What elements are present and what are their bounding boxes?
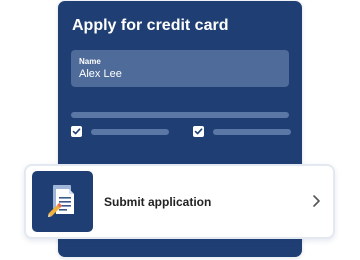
checkbox-checked-icon[interactable] <box>193 126 204 137</box>
form-title: Apply for credit card <box>72 17 229 34</box>
name-field[interactable]: Name Alex Lee <box>71 50 289 87</box>
submit-application-label: Submit application <box>104 195 212 209</box>
checkbox-checked-icon[interactable] <box>71 126 82 137</box>
placeholder-field-bar <box>71 112 289 118</box>
document-pen-icon <box>32 171 93 232</box>
checkbox-label-placeholder <box>213 129 291 135</box>
name-field-label: Name <box>79 57 101 66</box>
submit-application-button[interactable]: Submit application <box>24 164 335 239</box>
checkbox-label-placeholder <box>91 129 169 135</box>
name-field-value[interactable]: Alex Lee <box>79 68 122 80</box>
chevron-right-icon <box>311 194 321 213</box>
